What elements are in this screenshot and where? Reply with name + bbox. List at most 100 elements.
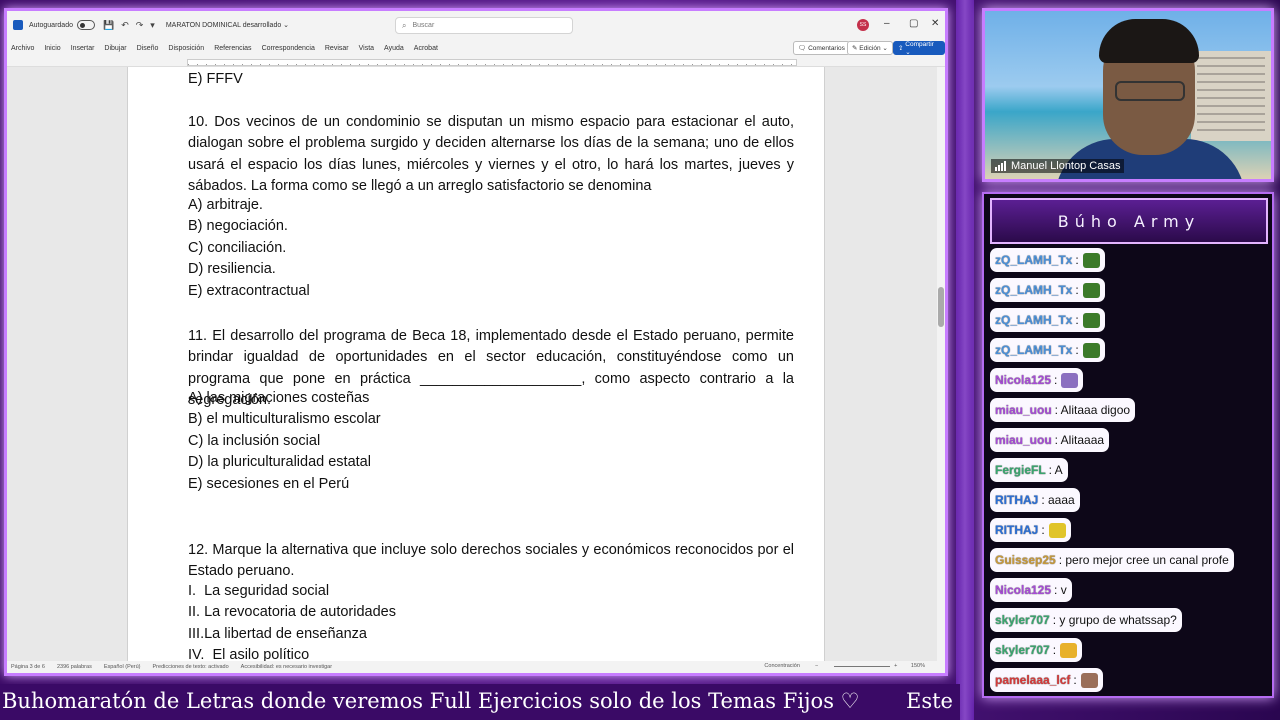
- chat-text: :: [1052, 643, 1057, 657]
- zoom-out-icon[interactable]: −: [812, 663, 818, 669]
- emote-icon: [1060, 642, 1078, 658]
- comments-button[interactable]: 🗨 Comentarios: [793, 41, 850, 55]
- document-area: E) FFFV 10. Dos vecinos de un condominio…: [7, 67, 945, 665]
- maximize-icon[interactable]: ▢: [909, 18, 918, 29]
- ribbon-tab-vista[interactable]: Vista: [359, 45, 374, 52]
- chat-username[interactable]: skyler707: [995, 613, 1050, 627]
- accessibility-status[interactable]: Accesibilidad: es necesario investigar: [241, 664, 332, 670]
- chat-message: Nicola125: v: [990, 578, 1072, 602]
- ticker-text-continued: Este: [906, 689, 953, 713]
- word-count[interactable]: 2396 palabras: [57, 664, 92, 670]
- chat-message: skyler707:: [990, 638, 1083, 662]
- chat-text: : pero mejor cree un canal profe: [1058, 553, 1229, 567]
- chat-username[interactable]: miau_uou: [995, 403, 1052, 417]
- divider-glow: [956, 0, 974, 720]
- minimize-icon[interactable]: –: [884, 18, 890, 29]
- autosave-toggle[interactable]: [76, 20, 95, 30]
- chat-username[interactable]: Nicola125: [995, 583, 1051, 597]
- q10-option-c: C) conciliación.: [188, 240, 287, 256]
- ribbon-tab-dibujar[interactable]: Dibujar: [104, 45, 126, 52]
- ribbon-tab-insertar[interactable]: Insertar: [71, 45, 95, 52]
- ticker-banner: Buhomaratón de Letras donde veremos Full…: [0, 684, 960, 720]
- language[interactable]: Español (Perú): [104, 664, 141, 670]
- q11-option-b: B) el multiculturalismo escolar: [188, 411, 381, 427]
- chat-message: Nicola125:: [990, 368, 1084, 392]
- chat-text: :: [1075, 253, 1079, 267]
- emote-icon: [1082, 312, 1100, 328]
- q10-option-e: E) extracontractual: [188, 283, 310, 299]
- focus-mode[interactable]: Concentración: [764, 663, 799, 669]
- webcam-feed: Manuel Llontop Casas: [982, 8, 1274, 182]
- editing-button[interactable]: ✎ Edición ⌄: [847, 41, 893, 55]
- chat-username[interactable]: pamelaaa_lcf: [995, 673, 1070, 687]
- chat-username[interactable]: Nicola125: [995, 373, 1051, 387]
- chat-username[interactable]: RITHAJ: [995, 493, 1038, 507]
- ticker-text: Buhomaratón de Letras donde veremos Full…: [2, 689, 860, 713]
- chat-text: :: [1041, 523, 1045, 537]
- ribbon-tab-ayuda[interactable]: Ayuda: [384, 45, 404, 52]
- ribbon-tab-correspondencia[interactable]: Correspondencia: [262, 45, 315, 52]
- chat-username[interactable]: Guissep25: [995, 553, 1056, 567]
- chat-username[interactable]: miau_uou: [995, 433, 1052, 447]
- customize-toolbar-icon[interactable]: ▾: [150, 20, 155, 31]
- q10-option-a: A) arbitraje.: [188, 197, 263, 213]
- redo-icon[interactable]: ↷: [136, 20, 144, 31]
- chat-username[interactable]: zQ_LAMH_Tx: [995, 313, 1072, 327]
- question-10-stem: 10. Dos vecinos de un condominio se disp…: [188, 114, 794, 194]
- chat-message: Guissep25: pero mejor cree un canal prof…: [990, 548, 1234, 572]
- ribbon-tabs: Archivo Inicio Insertar Dibujar Diseño Dispos…: [7, 39, 945, 57]
- scroll-thumb[interactable]: [938, 287, 944, 327]
- ribbon-tab-diseño[interactable]: Diseño: [137, 45, 159, 52]
- chat-text: : y grupo de whatssap?: [1052, 613, 1177, 627]
- chat-text: :: [1054, 373, 1058, 387]
- ribbon-tab-referencias[interactable]: Referencias: [214, 45, 251, 52]
- chat-username[interactable]: zQ_LAMH_Tx: [995, 343, 1072, 357]
- chat-username[interactable]: RITHAJ: [995, 523, 1038, 537]
- chat-username[interactable]: zQ_LAMH_Tx: [995, 253, 1072, 267]
- q12-item-1: I. La seguridad social: [188, 583, 330, 599]
- search-icon: ⌕: [402, 20, 407, 30]
- ribbon-tab-inicio[interactable]: Inicio: [44, 45, 60, 52]
- zoom-in-icon[interactable]: +: [894, 663, 899, 669]
- zoom-controls: Concentración − + 150%: [764, 663, 937, 669]
- zoom-slider[interactable]: [834, 665, 891, 667]
- document-title[interactable]: MARATON DOMINICAL desarrollado ⌄: [166, 21, 289, 29]
- text-predictions[interactable]: Predicciones de texto: activado: [153, 664, 229, 670]
- document-page[interactable]: E) FFFV 10. Dos vecinos de un condominio…: [127, 67, 825, 665]
- ribbon-tab-revisar[interactable]: Revisar: [325, 45, 349, 52]
- share-button[interactable]: ⇪ Compartir ⌄: [893, 40, 945, 56]
- ribbon-tab-disposición[interactable]: Disposición: [168, 45, 204, 52]
- ruler-track: [187, 59, 797, 66]
- title-bar: Autoguardado 💾 ↶ ↷ ▾ MARATON DOMINICAL d…: [7, 11, 945, 39]
- close-icon[interactable]: ✕: [931, 18, 939, 29]
- comments-label: Comentarios: [808, 44, 845, 52]
- prev-answer-line: E) FFFV: [188, 71, 243, 87]
- question-12-stem: 12. Marque la alternativa que incluye so…: [188, 542, 794, 580]
- share-label: Compartir ⌄: [905, 40, 934, 56]
- vertical-scrollbar[interactable]: [937, 67, 945, 665]
- search-placeholder: Buscar: [412, 22, 435, 29]
- avatar[interactable]: SS: [857, 19, 869, 31]
- chat-username[interactable]: skyler707: [995, 643, 1050, 657]
- signal-bars-icon: [995, 161, 1007, 171]
- horizontal-ruler[interactable]: [7, 57, 945, 67]
- chat-username[interactable]: FergieFL: [995, 463, 1046, 477]
- emote-icon: [1082, 282, 1100, 298]
- share-icon: ⇪: [898, 45, 906, 52]
- emote-icon: [1061, 372, 1079, 388]
- page-count[interactable]: Página 3 de 6: [11, 664, 45, 670]
- ribbon-tab-acrobat[interactable]: Acrobat: [414, 45, 438, 52]
- emote-icon: [1080, 672, 1098, 688]
- chat-text: : Alitaaa digoo: [1054, 403, 1131, 417]
- undo-icon[interactable]: ↶: [121, 20, 129, 31]
- zoom-level[interactable]: 150%: [911, 663, 925, 669]
- save-icon[interactable]: 💾: [103, 20, 114, 31]
- chat-message: zQ_LAMH_Tx:: [990, 338, 1105, 362]
- search-input[interactable]: ⌕ Buscar: [395, 17, 573, 34]
- chat-message: miau_uou: Alitaaa digoo: [990, 398, 1136, 422]
- chat-text: : A: [1048, 463, 1063, 477]
- chat-username[interactable]: zQ_LAMH_Tx: [995, 283, 1072, 297]
- ribbon-tab-archivo[interactable]: Archivo: [11, 45, 34, 52]
- chat-message: RITHAJ: aaaa: [990, 488, 1080, 512]
- q11-option-a: A) las migraciones costeñas: [188, 390, 370, 406]
